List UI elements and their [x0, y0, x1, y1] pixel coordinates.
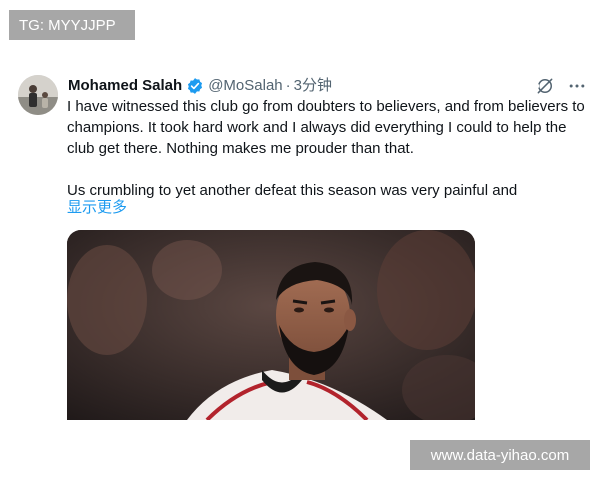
tweet-paragraph-2: Us crumbling to yet another defeat this …: [67, 182, 518, 199]
bottom-right-watermark-label: www.data-yihao.com: [410, 440, 590, 470]
header-separator: ·: [285, 77, 291, 94]
show-more-link[interactable]: 显示更多: [67, 198, 127, 216]
author-handle[interactable]: @MoSalah: [208, 77, 282, 95]
more-options-icon[interactable]: [567, 76, 587, 96]
player-photo: [67, 230, 475, 420]
verified-badge-icon: [186, 77, 204, 95]
grok-icon[interactable]: [535, 76, 555, 96]
avatar[interactable]: [18, 75, 58, 115]
tweet-header: Mohamed Salah @MoSalah · 3分钟: [68, 77, 332, 95]
timestamp[interactable]: 3分钟: [294, 77, 332, 95]
avatar-image: [18, 75, 58, 115]
tweet-card: Mohamed Salah @MoSalah · 3分钟 I have witn…: [0, 0, 600, 480]
tweet-text: I have witnessed this club go from doubt…: [67, 96, 587, 201]
tweet-media-photo[interactable]: [67, 230, 475, 420]
bottom-right-watermark-text: www.data-yihao.com: [430, 446, 570, 464]
tweet-actions: [535, 76, 587, 96]
author-name[interactable]: Mohamed Salah: [68, 77, 182, 95]
tweet-paragraph-1: I have witnessed this club go from doubt…: [67, 98, 585, 157]
